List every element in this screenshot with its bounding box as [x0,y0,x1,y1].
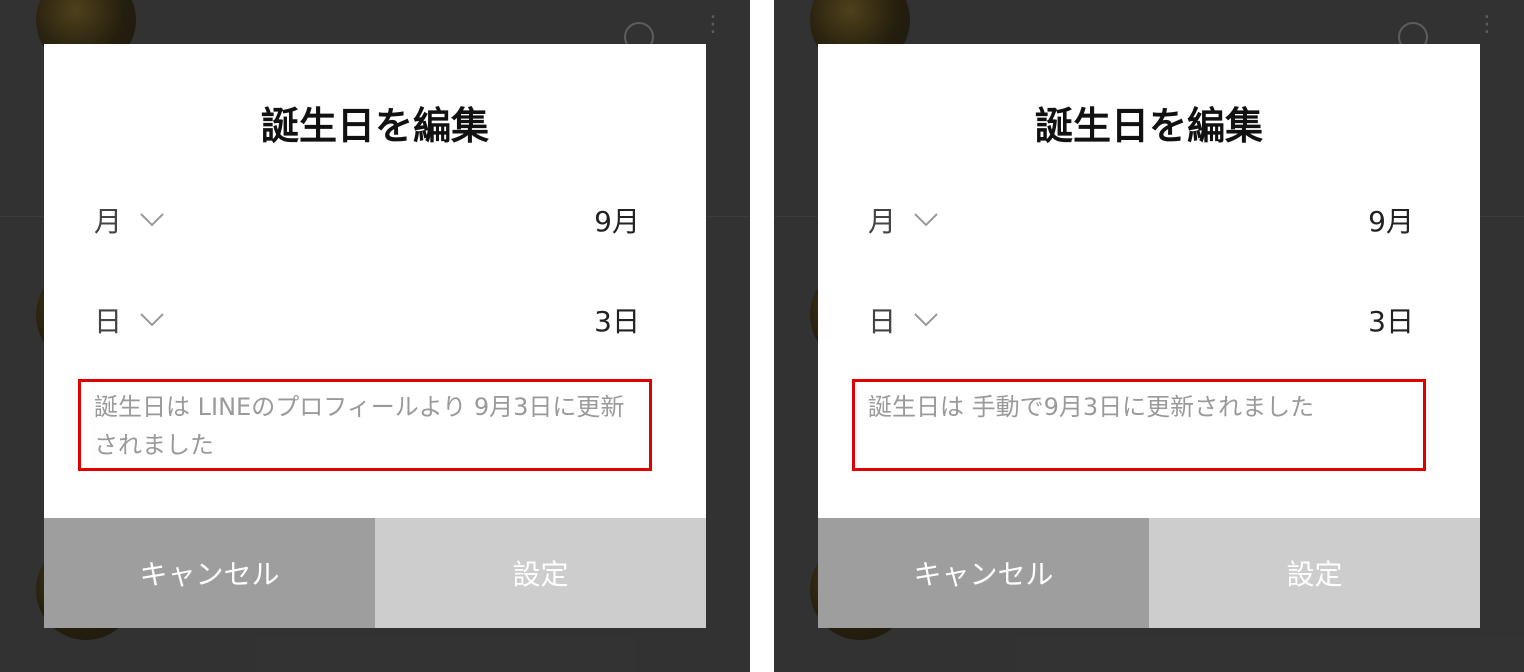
set-button[interactable]: 設定 [1149,518,1480,628]
day-value: 3日 [1368,305,1414,338]
month-value: 9月 [594,205,640,238]
day-select[interactable]: 日 3日 [868,295,1414,345]
day-label-group[interactable]: 日 [94,300,164,340]
month-label: 月 [868,205,897,238]
month-label-group[interactable]: 月 [94,200,164,240]
month-label-group[interactable]: 月 [868,200,938,240]
chevron-down-icon[interactable] [140,213,164,227]
screenshot-panel-left: ⋮ 誕生日を編集 月 9月 日 3日 誕生日は LINEのプロフィールより 9月… [0,0,750,672]
edit-birthday-dialog: 誕生日を編集 月 9月 日 3日 誕生日は LINEのプロフィールより 9月3日… [44,44,706,628]
highlight-annotation-box [78,379,652,471]
day-label: 日 [94,305,123,338]
edit-birthday-dialog: 誕生日を編集 月 9月 日 3日 誕生日は 手動で9月3日に更新されました キャ… [818,44,1480,628]
chevron-down-icon[interactable] [140,313,164,327]
day-label-group[interactable]: 日 [868,300,938,340]
set-button[interactable]: 設定 [375,518,706,628]
cancel-button[interactable]: キャンセル [44,518,375,628]
day-label: 日 [868,305,897,338]
dialog-title: 誕生日を編集 [260,104,489,148]
highlight-annotation-box [852,379,1426,471]
month-value: 9月 [1368,205,1414,238]
screenshot-panel-right: ⋮ 誕生日を編集 月 9月 日 3日 誕生日は 手動で9月3日に更新されました [774,0,1524,672]
dialog-title: 誕生日を編集 [1034,104,1263,148]
day-value: 3日 [594,305,640,338]
month-select[interactable]: 月 9月 [94,195,640,245]
day-select[interactable]: 日 3日 [94,295,640,345]
chevron-down-icon[interactable] [914,313,938,327]
month-select[interactable]: 月 9月 [868,195,1414,245]
chevron-down-icon[interactable] [914,213,938,227]
month-label: 月 [94,205,123,238]
cancel-button[interactable]: キャンセル [818,518,1149,628]
